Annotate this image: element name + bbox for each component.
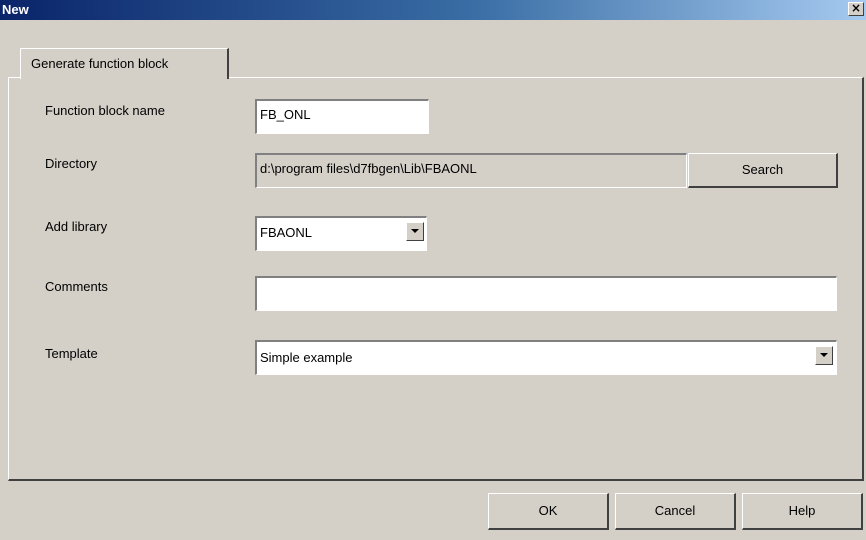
tab-generate-function-block[interactable]: Generate function block: [20, 48, 229, 79]
cancel-button[interactable]: Cancel: [615, 493, 736, 530]
comments-label: Comments: [45, 279, 108, 294]
cancel-button-label: Cancel: [654, 503, 696, 518]
ok-button[interactable]: OK: [488, 493, 609, 530]
ok-button-label: OK: [538, 503, 558, 518]
dialog-window: New × Generate function block Function b…: [0, 0, 866, 540]
template-select[interactable]: Simple example: [255, 340, 837, 375]
template-value: Simple example: [260, 350, 353, 365]
tab-label: Generate function block: [31, 56, 169, 71]
directory-field: d:\program files\d7fbgen\Lib\FBAONL: [255, 153, 687, 188]
directory-label: Directory: [45, 156, 98, 171]
help-button[interactable]: Help: [742, 493, 863, 530]
help-button-label: Help: [788, 503, 816, 518]
close-icon[interactable]: ×: [848, 2, 864, 16]
title-bar[interactable]: New ×: [0, 0, 866, 20]
comments-input[interactable]: [255, 276, 837, 311]
function-block-name-label: Function block name: [45, 103, 165, 118]
chevron-down-icon[interactable]: [815, 346, 833, 365]
add-library-select[interactable]: FBAONL: [255, 216, 427, 251]
add-library-value: FBAONL: [260, 225, 313, 240]
function-block-name-input[interactable]: FB_ONL: [255, 99, 429, 134]
add-library-label: Add library: [45, 219, 108, 234]
chevron-down-icon[interactable]: [406, 222, 424, 241]
window-title: New: [2, 2, 29, 17]
search-button[interactable]: Search: [688, 153, 838, 188]
search-button-label: Search: [741, 162, 784, 177]
template-label: Template: [45, 346, 98, 361]
